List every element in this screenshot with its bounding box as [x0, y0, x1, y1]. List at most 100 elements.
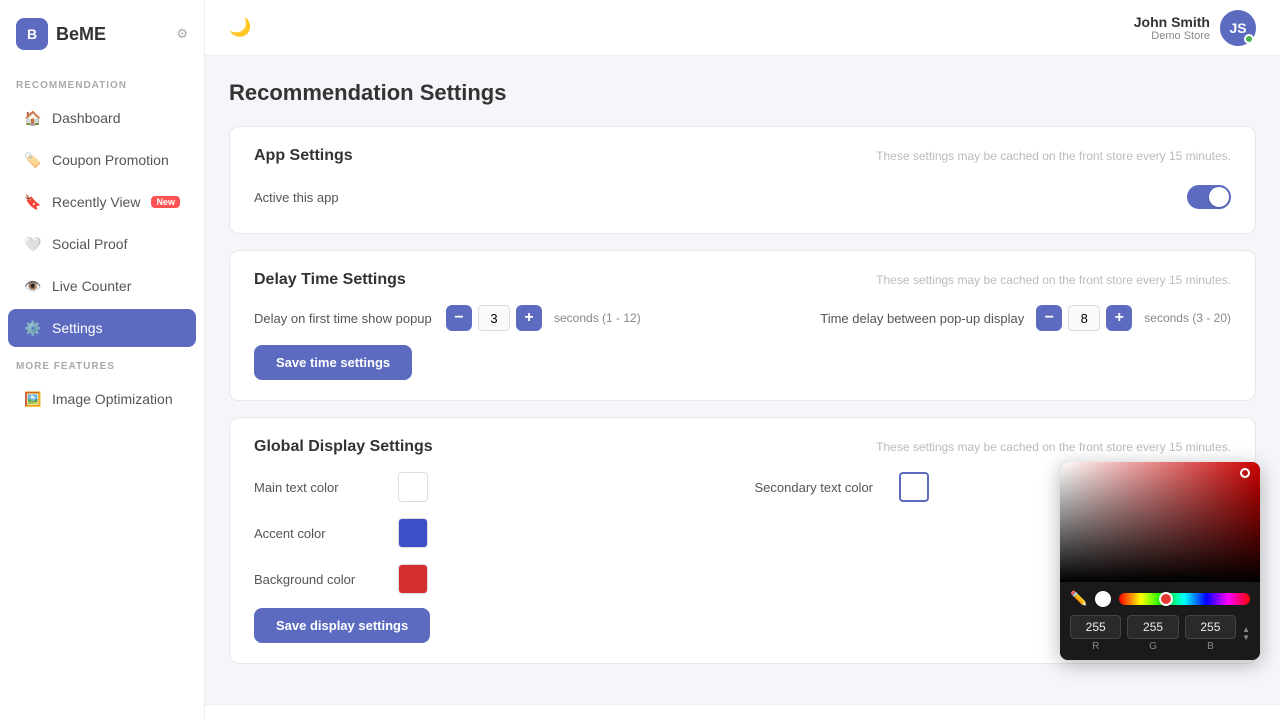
g-label: G	[1127, 641, 1178, 652]
first-value: 3	[478, 305, 510, 331]
main-text-color-row: Main text color	[254, 472, 731, 502]
r-label: R	[1070, 641, 1121, 652]
logo-icon: B	[16, 18, 48, 50]
down-arrow-icon[interactable]: ▼	[1242, 634, 1250, 642]
heart-icon: 🤍	[24, 235, 42, 253]
display-settings-header: Global Display Settings These settings m…	[254, 438, 1231, 456]
recommendation-section-label: RECOMMENDATION	[0, 68, 204, 97]
accent-color-label: Accent color	[254, 526, 384, 541]
topbar: 🌙 John Smith Demo Store JS	[205, 0, 1280, 56]
delay-settings-title: Delay Time Settings	[254, 271, 406, 289]
delay-settings-card: Delay Time Settings These settings may b…	[229, 250, 1256, 401]
online-indicator	[1244, 34, 1254, 44]
color-gradient-canvas[interactable]	[1060, 462, 1260, 582]
cog-icon: ⚙️	[24, 319, 42, 337]
secondary-text-color-swatch[interactable]	[899, 472, 929, 502]
second-range-label: seconds (3 - 20)	[1144, 311, 1231, 325]
sidebar-item-label: Social Proof	[52, 236, 127, 252]
sidebar-item-label: Coupon Promotion	[52, 152, 169, 168]
bookmark-icon: 🔖	[24, 193, 42, 211]
second-value: 8	[1068, 305, 1100, 331]
app-cache-note: These settings may be cached on the fron…	[876, 149, 1231, 163]
sidebar-item-label: Live Counter	[52, 278, 131, 294]
color-picker-popup: ✏️ R G B ▲ ▼	[1060, 462, 1260, 660]
rgb-inputs: R G B ▲ ▼	[1070, 615, 1250, 652]
first-counter: − 3 +	[446, 305, 542, 331]
white-dot	[1095, 591, 1111, 607]
b-input-wrap: B	[1185, 615, 1236, 652]
more-features-section-label: MORE FEATURES	[0, 349, 204, 378]
home-icon: 🏠	[24, 109, 42, 127]
second-increment-button[interactable]: +	[1106, 305, 1132, 331]
sidebar-item-live[interactable]: 👁️ Live Counter	[8, 267, 196, 305]
picker-top-row: ✏️	[1070, 590, 1250, 607]
logo-text: BeME	[56, 24, 106, 45]
new-badge: New	[151, 196, 180, 208]
hue-slider[interactable]	[1119, 593, 1250, 605]
user-info: John Smith Demo Store JS	[1134, 10, 1256, 46]
coupon-icon: 🏷️	[24, 151, 42, 169]
sidebar: B BeME ⚙ RECOMMENDATION 🏠 Dashboard 🏷️ C…	[0, 0, 205, 720]
main-text-color-label: Main text color	[254, 480, 384, 495]
second-counter: − 8 +	[1036, 305, 1132, 331]
footer: COPYRIGHT © 2021 BeME, All rights Reserv…	[205, 704, 1280, 720]
bg-color-label: Background color	[254, 572, 384, 587]
active-toggle[interactable]	[1187, 185, 1231, 209]
bg-color-swatch[interactable]	[398, 564, 428, 594]
delay-cache-note: These settings may be cached on the fron…	[876, 273, 1231, 287]
hue-thumb[interactable]	[1159, 592, 1173, 606]
r-input[interactable]	[1070, 615, 1121, 639]
sidebar-item-recently[interactable]: 🔖 Recently View New	[8, 183, 196, 221]
sidebar-item-label: Image Optimization	[52, 391, 173, 407]
accent-color-row: Accent color	[254, 518, 731, 548]
secondary-text-color-label: Secondary text color	[755, 480, 885, 495]
bg-color-row: Background color	[254, 564, 731, 594]
app-settings-card: App Settings These settings may be cache…	[229, 126, 1256, 234]
sidebar-item-dashboard[interactable]: 🏠 Dashboard	[8, 99, 196, 137]
sidebar-item-label: Settings	[52, 320, 103, 336]
eyedropper-icon[interactable]: ✏️	[1070, 590, 1087, 607]
app-settings-title: App Settings	[254, 147, 353, 165]
rgb-arrows[interactable]: ▲ ▼	[1242, 615, 1250, 652]
sidebar-item-settings[interactable]: ⚙️ Settings	[8, 309, 196, 347]
first-range-label: seconds (1 - 12)	[554, 311, 641, 325]
gradient-cursor[interactable]	[1240, 468, 1250, 478]
second-delay-label: Time delay between pop-up display	[820, 311, 1024, 326]
eye-icon: 👁️	[24, 277, 42, 295]
sidebar-item-label: Dashboard	[52, 110, 121, 126]
avatar-initials: JS	[1229, 20, 1246, 36]
settings-gear-icon[interactable]: ⚙	[176, 26, 188, 42]
sidebar-item-social[interactable]: 🤍 Social Proof	[8, 225, 196, 263]
first-decrement-button[interactable]: −	[446, 305, 472, 331]
sidebar-item-label: Recently View	[52, 194, 140, 210]
display-settings-title: Global Display Settings	[254, 438, 433, 456]
dark-mode-icon[interactable]: 🌙	[229, 17, 251, 38]
accent-color-swatch[interactable]	[398, 518, 428, 548]
user-store: Demo Store	[1134, 30, 1210, 42]
sidebar-item-coupon[interactable]: 🏷️ Coupon Promotion	[8, 141, 196, 179]
sidebar-item-image[interactable]: 🖼️ Image Optimization	[8, 380, 196, 418]
toggle-knob	[1209, 187, 1229, 207]
avatar[interactable]: JS	[1220, 10, 1256, 46]
b-input[interactable]	[1185, 615, 1236, 639]
image-icon: 🖼️	[24, 390, 42, 408]
delay-settings-header: Delay Time Settings These settings may b…	[254, 271, 1231, 289]
g-input[interactable]	[1127, 615, 1178, 639]
active-toggle-row: Active this app	[254, 181, 1231, 213]
display-cache-note: These settings may be cached on the fron…	[876, 440, 1231, 454]
delay-controls-row: Delay on first time show popup − 3 + sec…	[254, 305, 1231, 331]
second-decrement-button[interactable]: −	[1036, 305, 1062, 331]
save-time-settings-button[interactable]: Save time settings	[254, 345, 412, 380]
user-name: John Smith	[1134, 14, 1210, 30]
app-settings-header: App Settings These settings may be cache…	[254, 147, 1231, 165]
user-text: John Smith Demo Store	[1134, 14, 1210, 42]
main-text-color-swatch[interactable]	[398, 472, 428, 502]
r-input-wrap: R	[1070, 615, 1121, 652]
active-label: Active this app	[254, 190, 339, 205]
b-label: B	[1185, 641, 1236, 652]
first-delay-label: Delay on first time show popup	[254, 311, 434, 326]
picker-controls: ✏️ R G B ▲ ▼	[1060, 582, 1260, 660]
save-display-settings-button[interactable]: Save display settings	[254, 608, 430, 643]
g-input-wrap: G	[1127, 615, 1178, 652]
first-increment-button[interactable]: +	[516, 305, 542, 331]
